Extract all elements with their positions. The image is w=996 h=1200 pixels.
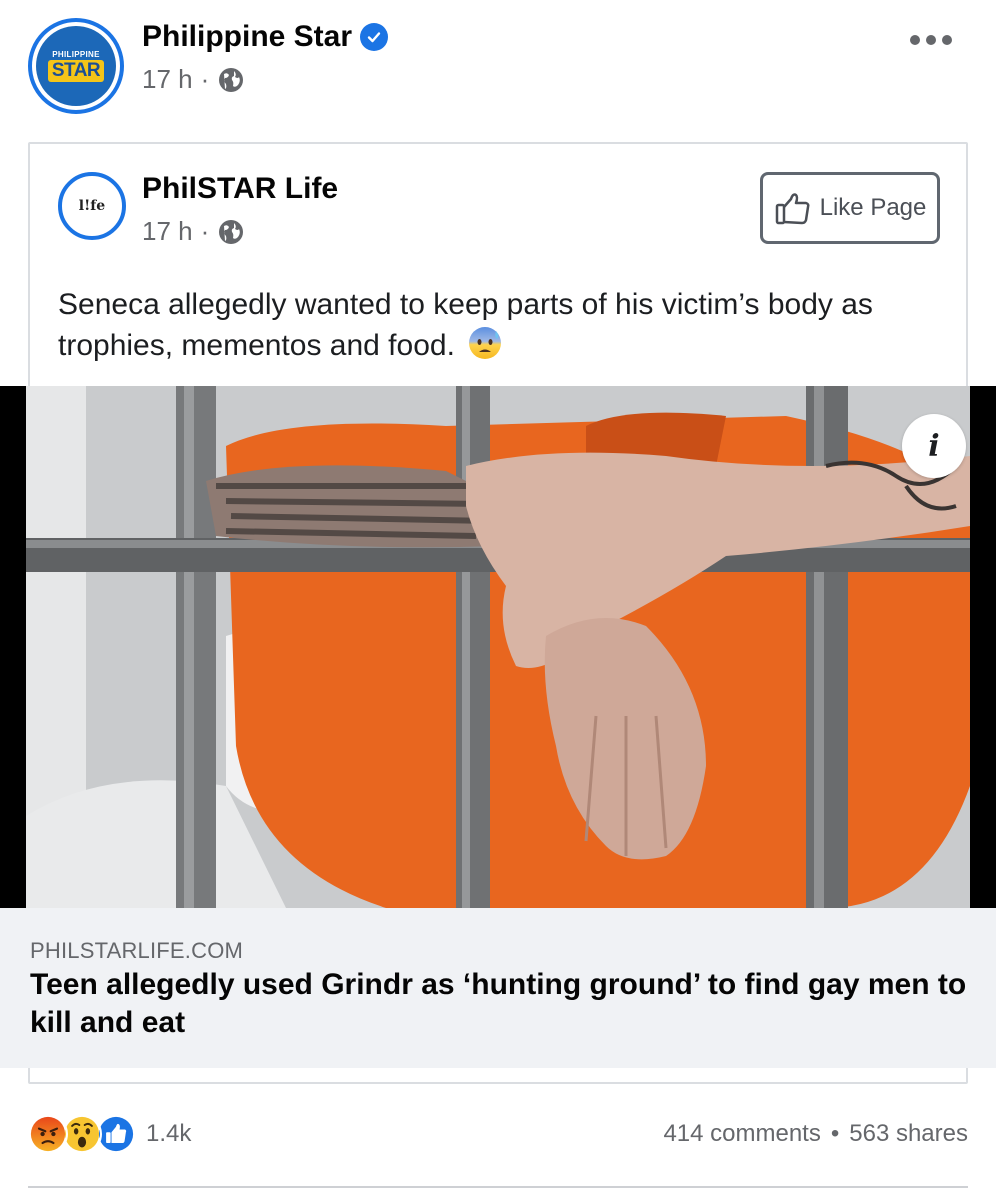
shared-page-avatar[interactable]: l!fe [58,172,126,240]
reaction-summary[interactable]: 1.4k [28,1114,191,1154]
verified-badge-icon [360,23,389,51]
post-meta: 17 h · [142,64,245,95]
post-header: PHILIPPINE STAR Philippine Star 17 h · [0,0,996,130]
engagement-counts: 414 comments • 563 shares [663,1120,968,1148]
more-options-icon[interactable] [910,30,954,50]
post-caption-text: Seneca allegedly wanted to keep parts of… [58,288,873,362]
shared-post-meta: 17 h · [142,216,245,247]
angry-reaction-icon [28,1114,68,1154]
wow-reaction-icon [62,1114,102,1154]
shared-timestamp[interactable]: 17 h [142,216,193,247]
anxious-face-emoji-icon [469,327,502,359]
logo-big-text: STAR [47,60,105,82]
shared-meta-separator: · [200,216,210,246]
shares-count[interactable]: 563 shares [849,1120,968,1148]
page-name-row: Philippine Star [142,20,389,54]
comments-count[interactable]: 414 comments [663,1120,820,1148]
post-stats: 1.4k 414 comments • 563 shares [0,1108,996,1162]
info-icon: i [928,428,940,464]
stats-dot: • [830,1120,840,1147]
post-timestamp[interactable]: 17 h [142,64,193,95]
info-button[interactable]: i [902,414,966,478]
link-preview[interactable]: PHILSTARLIFE.COM Teen allegedly used Gri… [0,908,996,1068]
thumbs-up-icon [775,193,810,225]
page-avatar[interactable]: PHILIPPINE STAR [28,18,124,114]
globe-icon [219,67,244,92]
like-reaction-icon [96,1114,136,1154]
meta-separator: · [200,64,210,94]
like-page-button[interactable]: Like Page [760,172,940,244]
link-title[interactable]: Teen allegedly used Grindr as ‘hunting g… [30,966,970,1042]
globe-icon [219,219,244,244]
reaction-count: 1.4k [146,1120,192,1147]
shared-page-name[interactable]: PhilSTAR Life [142,172,338,206]
logo-small-text: PHILIPPINE [52,50,100,59]
link-domain: PHILSTARLIFE.COM [30,938,244,963]
post-caption: Seneca allegedly wanted to keep parts of… [58,284,938,366]
prison-bars-photo [26,386,970,908]
divider [28,1186,968,1188]
link-image[interactable] [0,386,996,908]
page-name[interactable]: Philippine Star [142,20,352,54]
philippine-star-logo: PHILIPPINE STAR [36,26,116,106]
philstar-life-logo: l!fe [78,198,106,214]
like-page-label: Like Page [819,194,927,221]
